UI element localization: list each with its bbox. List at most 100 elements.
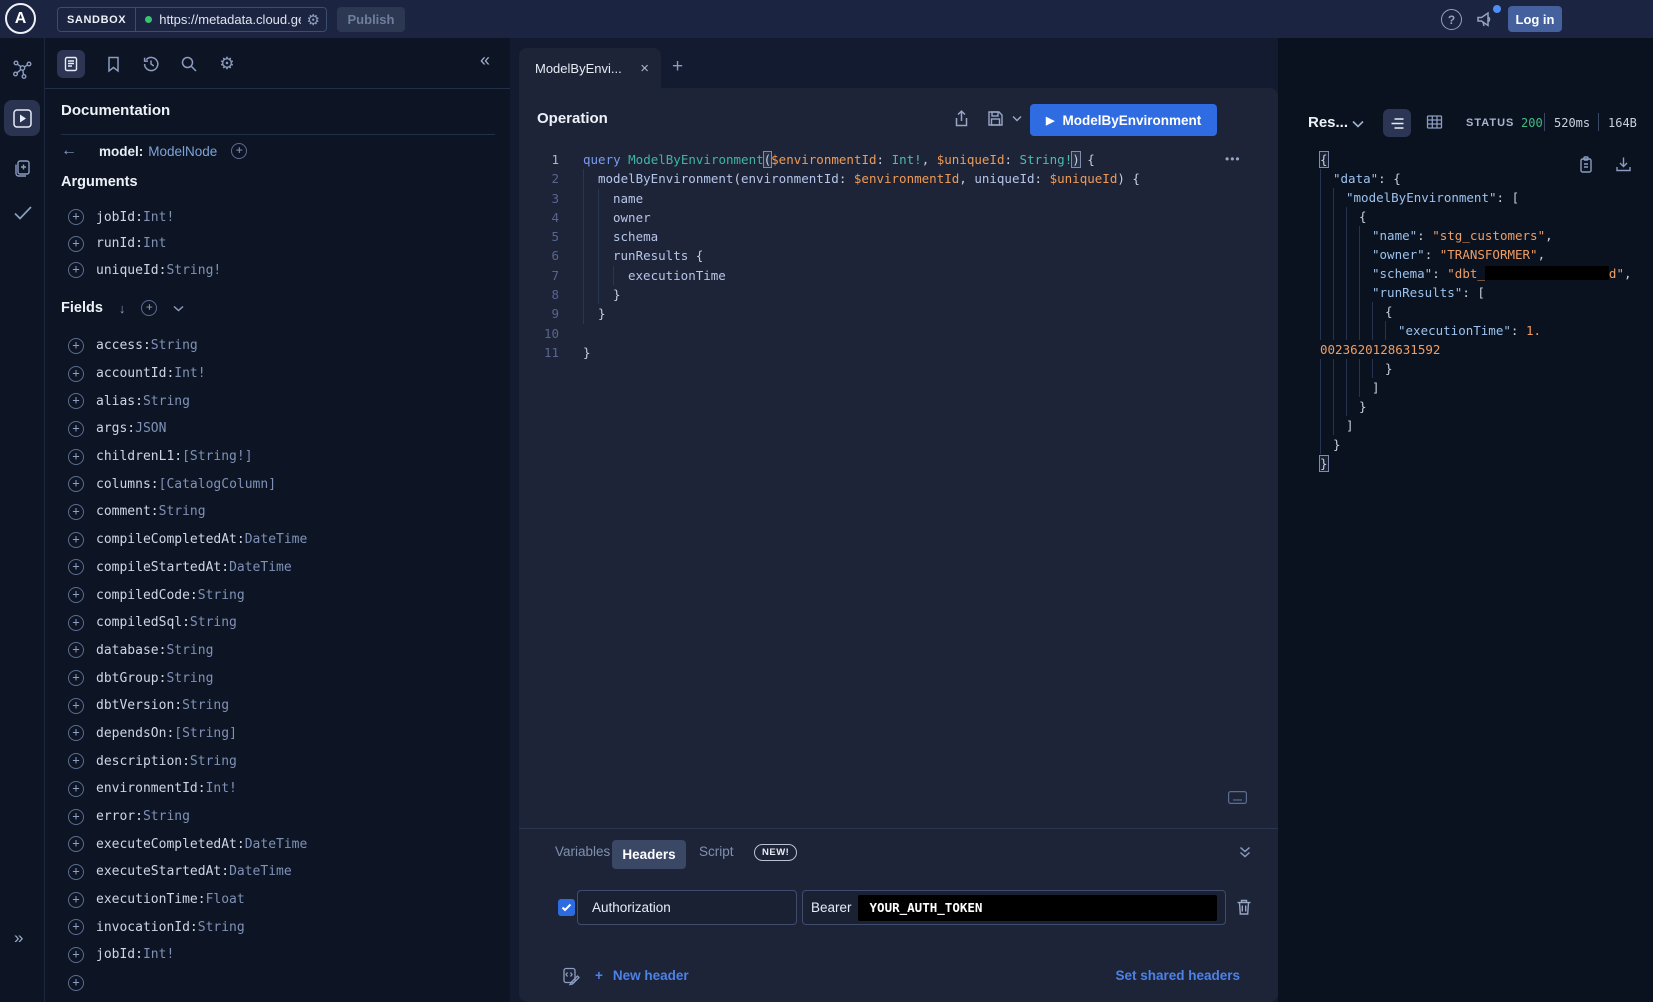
checks-icon[interactable] (12, 204, 34, 222)
field-type[interactable]: Int! (206, 781, 237, 796)
field-type[interactable]: DateTime (229, 560, 292, 575)
settings-icon[interactable]: ⚙ (215, 52, 239, 76)
field-type[interactable]: String (143, 394, 190, 409)
field-type[interactable]: [String!] (182, 449, 252, 464)
field-name[interactable]: jobId: (96, 947, 143, 962)
field-type[interactable]: Int! (174, 366, 205, 381)
fields-menu-chevron-icon[interactable] (173, 305, 184, 312)
field-name[interactable]: database: (96, 643, 166, 658)
add-field-icon[interactable]: + (68, 753, 84, 769)
field-name[interactable]: alias: (96, 394, 143, 409)
field-name[interactable]: jobId: (96, 210, 143, 225)
field-type[interactable]: String (198, 920, 245, 935)
field-name[interactable]: environmentId: (96, 781, 206, 796)
field-type[interactable]: String (143, 809, 190, 824)
field-type[interactable]: [String] (174, 726, 237, 741)
add-field-icon[interactable]: + (68, 615, 84, 631)
field-type[interactable]: DateTime (245, 837, 308, 852)
add-field-icon[interactable]: + (68, 338, 84, 354)
field-type[interactable]: String (166, 643, 213, 658)
add-field-icon[interactable]: + (68, 864, 84, 880)
field-name[interactable]: executeStartedAt: (96, 864, 229, 879)
field-name[interactable]: args: (96, 421, 135, 436)
add-field-icon[interactable]: + (68, 975, 84, 991)
add-field-icon[interactable]: + (68, 476, 84, 492)
field-name[interactable]: description: (96, 754, 190, 769)
share-icon[interactable] (953, 110, 970, 128)
endpoint-settings-icon[interactable]: ⚙ (301, 11, 326, 29)
field-type[interactable]: DateTime (229, 864, 292, 879)
operation-tab[interactable]: ModelByEnvi... × (519, 48, 661, 88)
field-name[interactable]: dbtVersion: (96, 698, 182, 713)
field-name[interactable]: compileCompletedAt: (96, 532, 245, 547)
header-enabled-checkbox[interactable] (558, 899, 575, 916)
field-type[interactable]: String! (166, 263, 221, 278)
model-type-link[interactable]: ModelNode (148, 144, 217, 159)
field-type[interactable]: String (190, 754, 237, 769)
add-field-icon[interactable]: + (68, 262, 84, 278)
back-icon[interactable]: ← (61, 142, 77, 160)
add-field-icon[interactable]: + (68, 892, 84, 908)
field-name[interactable]: executeCompletedAt: (96, 837, 245, 852)
add-field-icon[interactable]: + (68, 532, 84, 548)
field-name[interactable]: executionTime: (96, 892, 206, 907)
sort-fields-icon[interactable]: ↓ (119, 301, 126, 316)
endpoint-url-input[interactable]: https://metadata.cloud.get (159, 12, 300, 27)
add-field-icon[interactable]: + (68, 781, 84, 797)
add-field-icon[interactable]: + (68, 642, 84, 658)
query-editor[interactable]: 1query ModelByEnvironment($environmentId… (533, 150, 1263, 362)
add-all-fields-icon[interactable]: + (231, 143, 247, 159)
close-tab-icon[interactable]: × (640, 60, 649, 77)
add-field-icon[interactable]: + (68, 559, 84, 575)
announcements-icon[interactable] (1475, 9, 1495, 29)
add-field-icon[interactable]: + (68, 393, 84, 409)
field-type[interactable]: String (159, 504, 206, 519)
field-name[interactable]: childrenL1: (96, 449, 182, 464)
field-name[interactable]: access: (96, 338, 151, 353)
add-field-icon[interactable]: + (68, 947, 84, 963)
add-field-icon[interactable]: + (68, 209, 84, 225)
field-type[interactable]: Int! (143, 210, 174, 225)
field-type[interactable]: String (151, 338, 198, 353)
field-name[interactable]: invocationId: (96, 920, 198, 935)
add-fields-icon[interactable]: + (141, 300, 157, 316)
field-type[interactable]: DateTime (245, 532, 308, 547)
add-field-icon[interactable]: + (68, 919, 84, 935)
keyboard-shortcuts-icon[interactable] (1228, 791, 1247, 804)
table-view-button[interactable] (1426, 114, 1443, 130)
add-field-icon[interactable]: + (68, 366, 84, 382)
explorer-icon[interactable] (12, 108, 33, 129)
add-field-icon[interactable]: + (68, 449, 84, 465)
auth-token-value[interactable]: YOUR_AUTH_TOKEN (858, 895, 1217, 921)
help-icon[interactable]: ? (1441, 9, 1462, 30)
search-icon[interactable] (177, 52, 201, 76)
tab-headers[interactable]: Headers (612, 840, 686, 869)
field-type[interactable]: Int (143, 236, 166, 251)
changelog-icon[interactable] (12, 158, 33, 179)
add-field-icon[interactable]: + (68, 725, 84, 741)
field-type[interactable]: JSON (135, 421, 166, 436)
field-type[interactable]: String (182, 698, 229, 713)
add-field-icon[interactable]: + (68, 421, 84, 437)
publish-button[interactable]: Publish (337, 7, 405, 32)
login-button[interactable]: Log in (1508, 6, 1562, 32)
environment-variables-icon[interactable] (562, 967, 580, 986)
add-field-icon[interactable]: + (68, 504, 84, 520)
field-type[interactable]: Float (206, 892, 245, 907)
add-field-icon[interactable]: + (68, 236, 84, 252)
field-type[interactable]: String (198, 588, 245, 603)
response-dropdown-icon[interactable] (1352, 120, 1364, 128)
add-field-icon[interactable]: + (68, 809, 84, 825)
collapse-docs-icon[interactable]: « (480, 50, 490, 71)
field-name[interactable]: columns: (96, 477, 159, 492)
field-name[interactable]: compiledCode: (96, 588, 198, 603)
formatted-view-button[interactable] (1383, 109, 1411, 137)
expand-rail-icon[interactable]: » (14, 928, 23, 948)
documentation-tab-selected[interactable] (57, 50, 85, 78)
add-field-icon[interactable]: + (68, 587, 84, 603)
run-operation-button[interactable]: ▶ ModelByEnvironment (1030, 104, 1217, 136)
field-name[interactable]: uniqueId: (96, 263, 166, 278)
header-name-input[interactable]: Authorization (577, 890, 797, 925)
tab-script[interactable]: Script (699, 844, 734, 859)
save-dropdown-icon[interactable] (1012, 115, 1022, 122)
